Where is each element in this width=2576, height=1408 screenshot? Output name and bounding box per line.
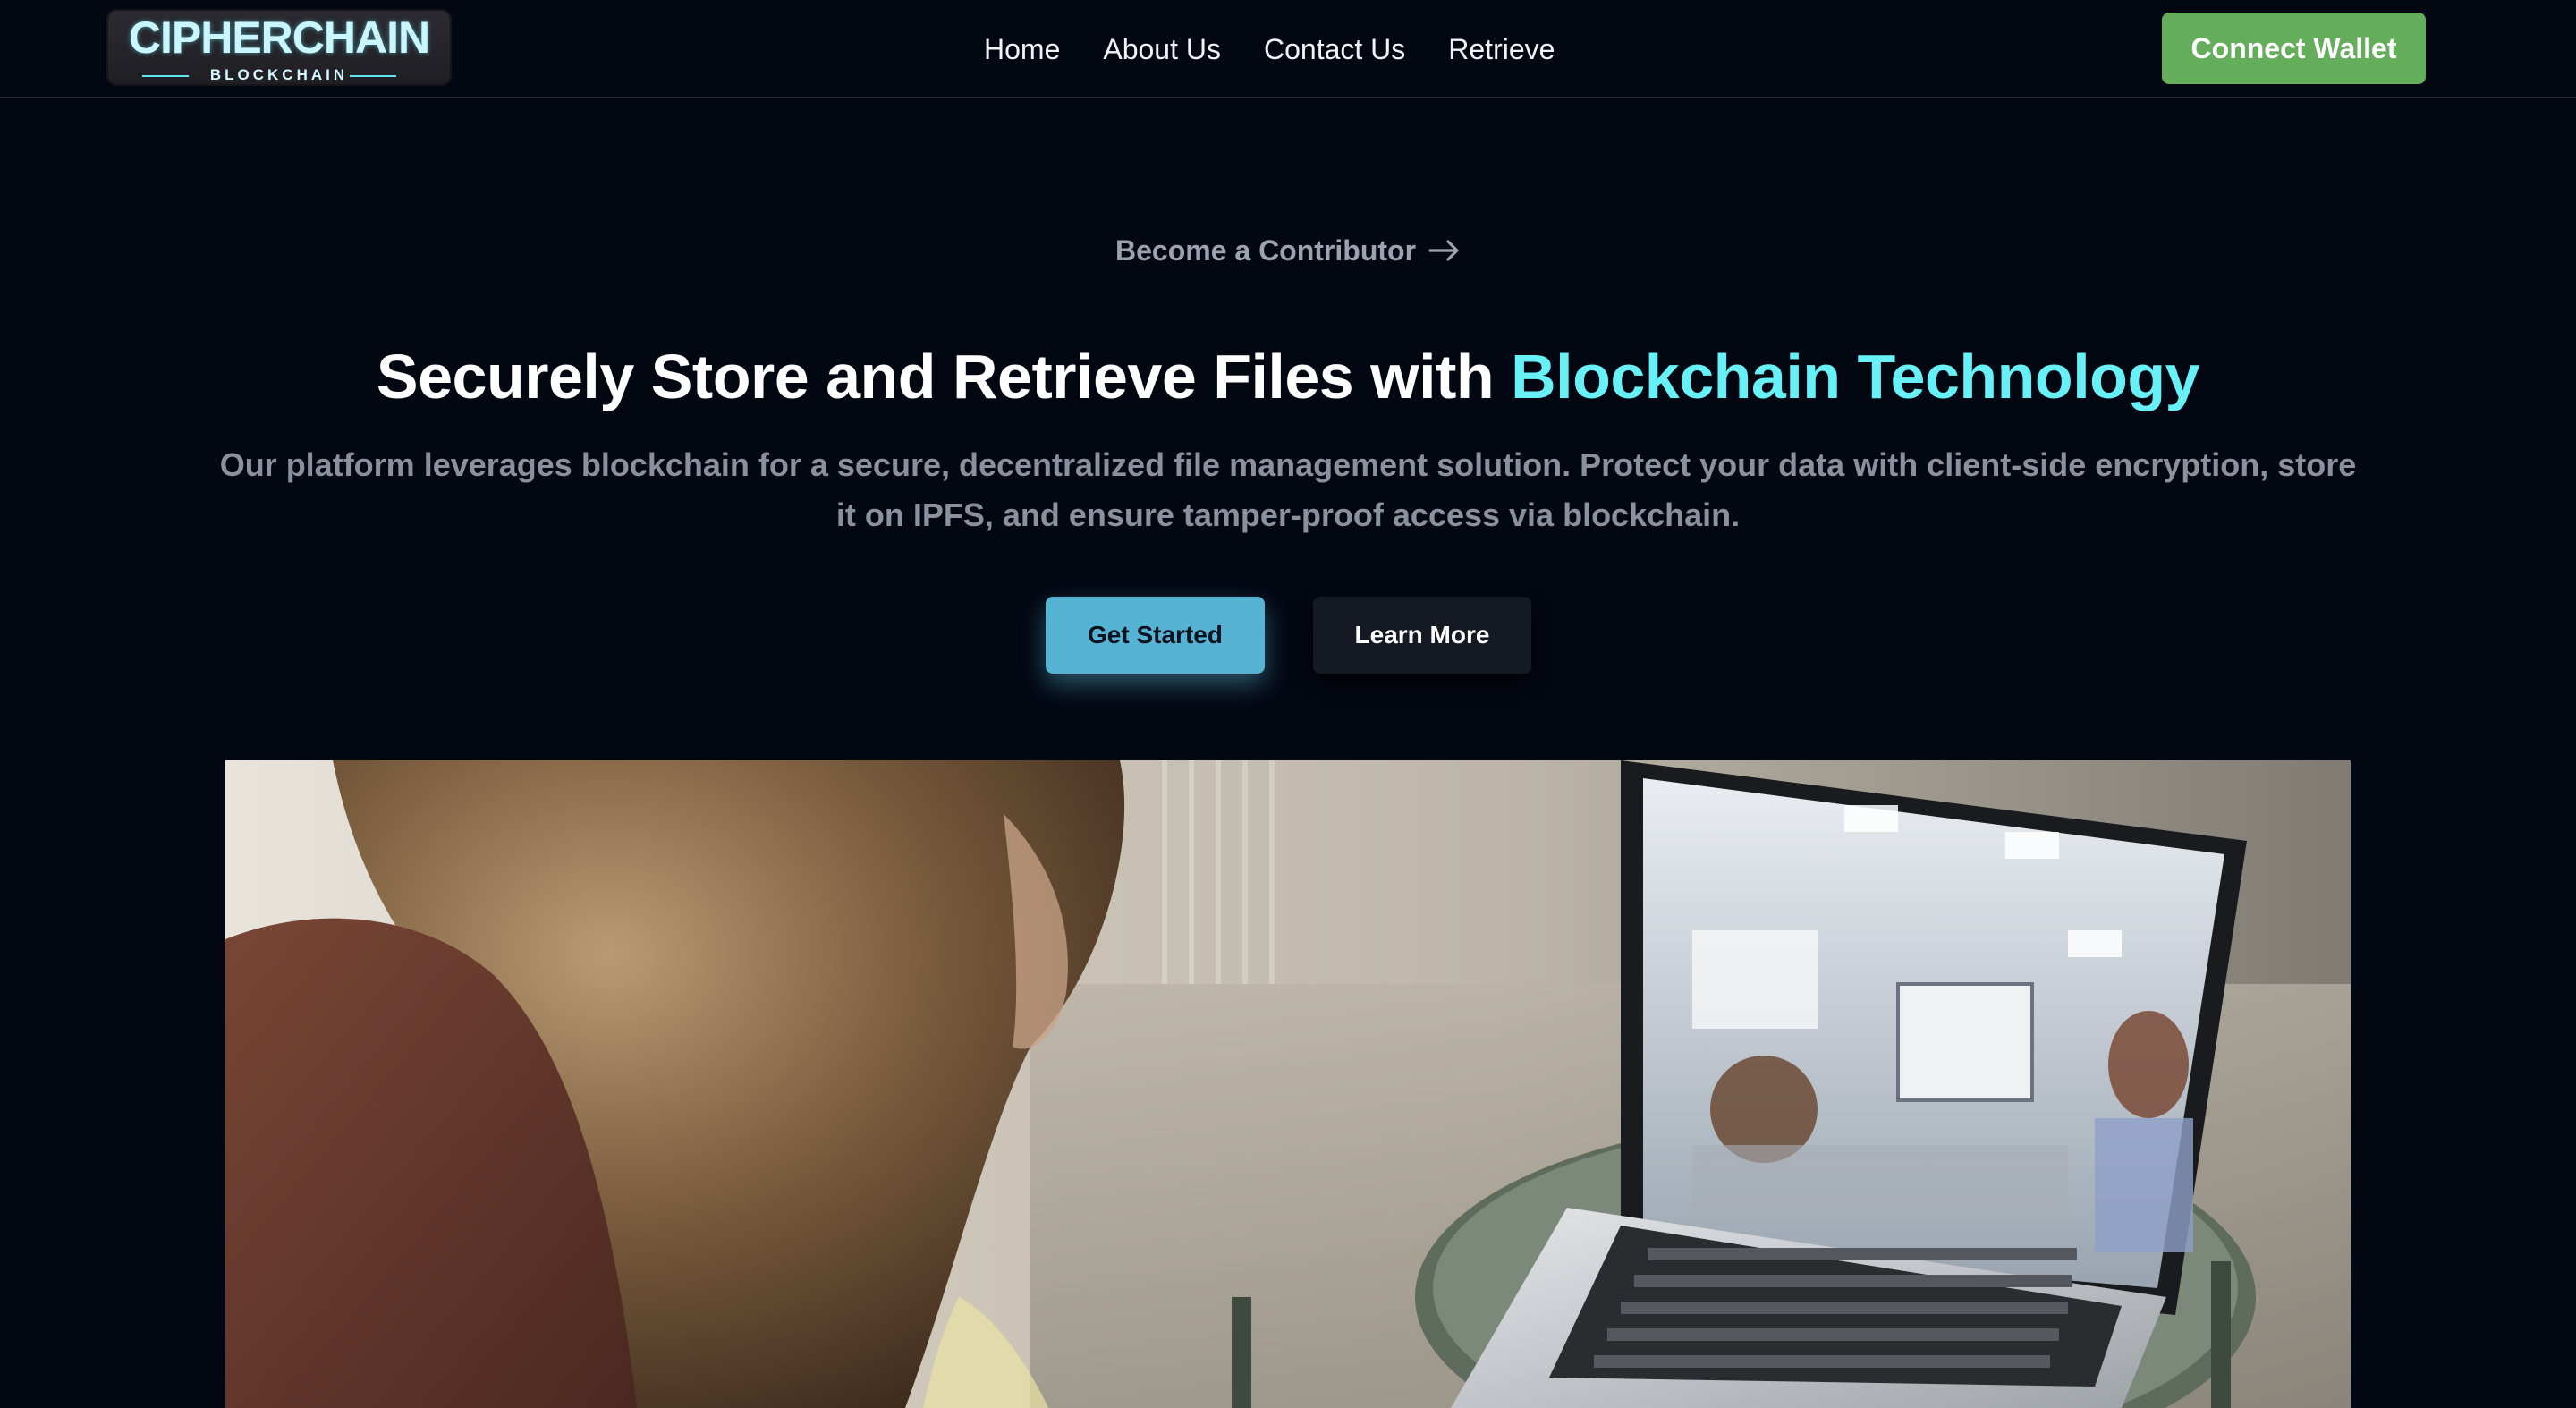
navbar: CIPHERCHAIN BLOCKCHAIN Home About Us Con… <box>0 0 2576 98</box>
logo-divider-left <box>142 75 189 77</box>
nav-link-retrieve[interactable]: Retrieve <box>1448 28 1555 71</box>
connect-wallet-button[interactable]: Connect Wallet <box>2162 13 2426 84</box>
hero-headline: Securely Store and Retrieve Files with B… <box>0 338 2576 415</box>
landing-page: CIPHERCHAIN BLOCKCHAIN Home About Us Con… <box>0 0 2576 1408</box>
nav-link-contact-us[interactable]: Contact Us <box>1264 28 1405 71</box>
logo[interactable]: CIPHERCHAIN BLOCKCHAIN <box>106 9 452 86</box>
hero-headline-main: Securely Store and Retrieve Files with <box>376 342 1512 411</box>
logo-title: CIPHERCHAIN <box>128 13 430 63</box>
learn-more-button[interactable]: Learn More <box>1313 597 1531 674</box>
nav-link-home[interactable]: Home <box>984 28 1060 71</box>
nav-link-about-us[interactable]: About Us <box>1103 28 1221 71</box>
hero-video[interactable] <box>225 760 2351 1408</box>
hero-description: Our platform leverages blockchain for a … <box>219 446 2357 533</box>
get-started-button[interactable]: Get Started <box>1046 597 1265 674</box>
nav-links: Home About Us Contact Us Retrieve <box>984 27 1555 72</box>
hero-headline-accent: Blockchain Technology <box>1511 342 2200 411</box>
become-contributor-link[interactable]: Become a Contributor <box>0 229 2576 272</box>
hero-video-icon <box>225 760 2351 1408</box>
logo-subtitle: BLOCKCHAIN <box>209 66 349 83</box>
logo-subtitle-row: BLOCKCHAIN <box>106 66 452 83</box>
become-contributor-label: Become a Contributor <box>1114 234 1417 267</box>
logo-divider-right <box>350 75 396 77</box>
arrow-right-icon <box>1428 240 1459 261</box>
